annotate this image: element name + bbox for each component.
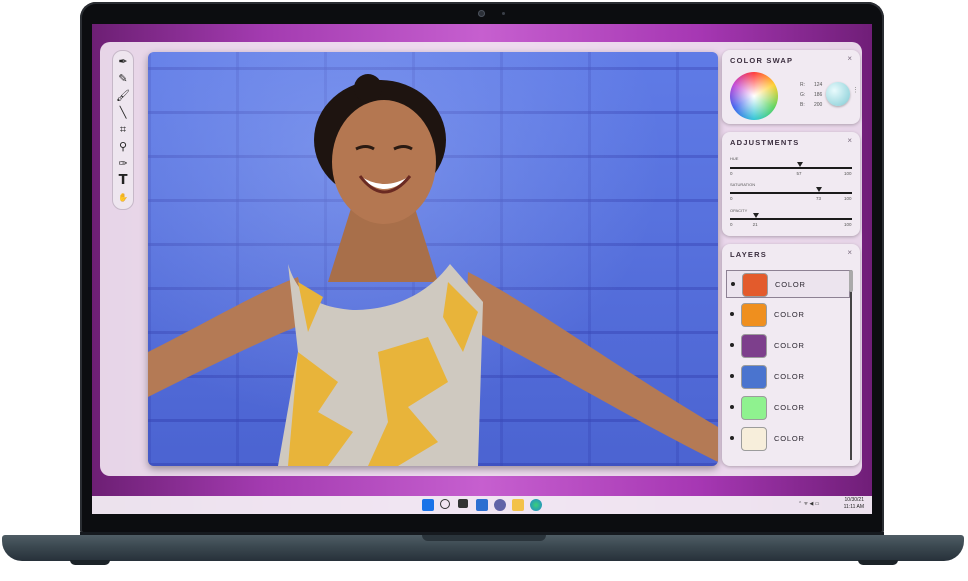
opacity-max: 100 — [844, 222, 852, 227]
layer-label: COLOR — [774, 341, 805, 350]
layer-row[interactable]: COLOR — [726, 363, 848, 389]
hue-slider-track[interactable] — [730, 167, 852, 169]
widgets-icon[interactable] — [476, 499, 488, 511]
taskbar-clock[interactable]: 10/30/21 11:11 AM — [844, 497, 864, 511]
close-icon[interactable]: × — [847, 248, 852, 257]
laptop-foot — [70, 560, 110, 565]
layer-row[interactable]: COLOR — [726, 301, 848, 327]
color-swap-title: COLOR SWAP — [730, 56, 794, 65]
saturation-slider-thumb[interactable] — [816, 187, 823, 192]
hue-max: 100 — [844, 171, 852, 176]
photo-subject — [148, 74, 718, 466]
layers-title: LAYERS — [730, 250, 767, 259]
r-label: R: — [800, 82, 805, 88]
brush-icon[interactable]: 🖌 — [116, 89, 130, 103]
opacity-min: 0 — [730, 222, 733, 227]
layer-label: COLOR — [774, 372, 805, 381]
g-label: G: — [800, 92, 806, 98]
layers-scrollbar[interactable] — [850, 270, 852, 460]
clock-date: 11:11 AM — [843, 504, 864, 510]
laptop-foot — [858, 560, 898, 565]
screen: ✒ ✎ 🖌 ╲ ⌗ ⚲ ✑ T ✋ COLOR SWAP × R: 124 G:… — [92, 24, 872, 514]
adjustments-panel: ADJUSTMENTS × HUE 0 57 100 SATURATION 0 … — [722, 132, 860, 236]
chat-icon[interactable] — [494, 499, 506, 511]
laptop-lid-notch — [422, 535, 546, 541]
layer-label: COLOR — [775, 280, 806, 289]
layer-color-chip[interactable] — [741, 396, 767, 420]
search-icon[interactable] — [440, 499, 450, 509]
close-icon[interactable]: × — [847, 136, 852, 145]
hue-label: HUE — [730, 156, 739, 161]
layer-visibility-dot-icon[interactable] — [730, 374, 734, 378]
layer-label: COLOR — [774, 403, 805, 412]
hue-value: 57 — [796, 171, 802, 176]
opacity-slider-track[interactable] — [730, 218, 852, 220]
layer-color-chip[interactable] — [741, 365, 767, 389]
layer-row[interactable]: COLOR — [726, 270, 850, 298]
layer-label: COLOR — [774, 434, 805, 443]
clock-time: 10/30/21 — [844, 497, 864, 503]
start-icon[interactable] — [422, 499, 434, 511]
layer-color-chip[interactable] — [741, 427, 767, 451]
photo-canvas[interactable] — [148, 52, 718, 466]
pen-icon[interactable]: ✒ — [116, 55, 130, 69]
saturation-max: 100 — [844, 196, 852, 201]
photo-editor-window: ✒ ✎ 🖌 ╲ ⌗ ⚲ ✑ T ✋ COLOR SWAP × R: 124 G:… — [100, 42, 862, 476]
hand-icon[interactable]: ✋ — [116, 191, 130, 205]
layer-visibility-dot-icon[interactable] — [730, 436, 734, 440]
g-value[interactable]: 186 — [814, 92, 822, 98]
layers-scrollbar-thumb[interactable] — [849, 270, 853, 292]
b-value[interactable]: 200 — [814, 102, 822, 108]
b-label: B: — [800, 102, 805, 108]
layer-row[interactable]: COLOR — [726, 394, 848, 420]
file-explorer-icon[interactable] — [512, 499, 524, 511]
taskbar: ⌃ ᯤ ◀ ▭ 10/30/21 11:11 AM — [92, 496, 872, 514]
layer-label: COLOR — [774, 310, 805, 319]
opacity-label: OPACITY — [730, 208, 748, 213]
webcam-icon — [478, 10, 485, 17]
layer-row[interactable]: COLOR — [726, 425, 848, 451]
layer-color-chip[interactable] — [741, 303, 767, 327]
layers-panel: LAYERS × COLOR COLOR COLOR COLOR COLOR COLOR — [722, 244, 860, 466]
hue-min: 0 — [730, 171, 733, 176]
camera-light-icon — [502, 12, 505, 15]
saturation-value: 73 — [816, 196, 822, 201]
pen-nib-icon[interactable]: ✎ — [116, 72, 130, 86]
saturation-label: SATURATION — [730, 182, 756, 187]
stepper-icon[interactable]: ⋮ — [852, 86, 859, 94]
crop-icon[interactable]: ⌗ — [116, 123, 130, 137]
layer-row[interactable]: COLOR — [726, 332, 848, 358]
line-icon[interactable]: ╲ — [116, 106, 130, 120]
edge-browser-icon[interactable] — [530, 499, 542, 511]
layer-visibility-dot-icon[interactable] — [730, 312, 734, 316]
layer-color-chip[interactable] — [742, 273, 768, 297]
toolbox: ✒ ✎ 🖌 ╲ ⌗ ⚲ ✑ T ✋ — [112, 50, 134, 210]
system-tray-icons[interactable]: ⌃ ᯤ ◀ ▭ — [798, 501, 820, 507]
adjustments-title: ADJUSTMENTS — [730, 138, 800, 147]
eyedropper-icon[interactable]: ✑ — [116, 157, 130, 171]
opacity-slider-thumb[interactable] — [752, 213, 759, 218]
color-wheel[interactable] — [730, 72, 778, 120]
r-value[interactable]: 124 — [814, 82, 822, 88]
selected-color-swatch[interactable] — [826, 82, 850, 106]
layer-visibility-dot-icon[interactable] — [730, 405, 734, 409]
task-view-icon[interactable] — [458, 499, 468, 508]
hue-slider-thumb[interactable] — [796, 162, 803, 167]
color-swap-panel: COLOR SWAP × R: 124 G: 186 B: 200 ⋮ — [722, 50, 860, 124]
layer-visibility-dot-icon[interactable] — [730, 343, 734, 347]
zoom-icon[interactable]: ⚲ — [116, 140, 130, 154]
saturation-slider-track[interactable] — [730, 192, 852, 194]
close-icon[interactable]: × — [847, 54, 852, 63]
saturation-min: 0 — [730, 196, 733, 201]
text-tool-icon[interactable]: T — [116, 174, 130, 188]
opacity-value: 21 — [752, 222, 758, 227]
layer-visibility-dot-icon[interactable] — [731, 282, 735, 286]
layer-color-chip[interactable] — [741, 334, 767, 358]
